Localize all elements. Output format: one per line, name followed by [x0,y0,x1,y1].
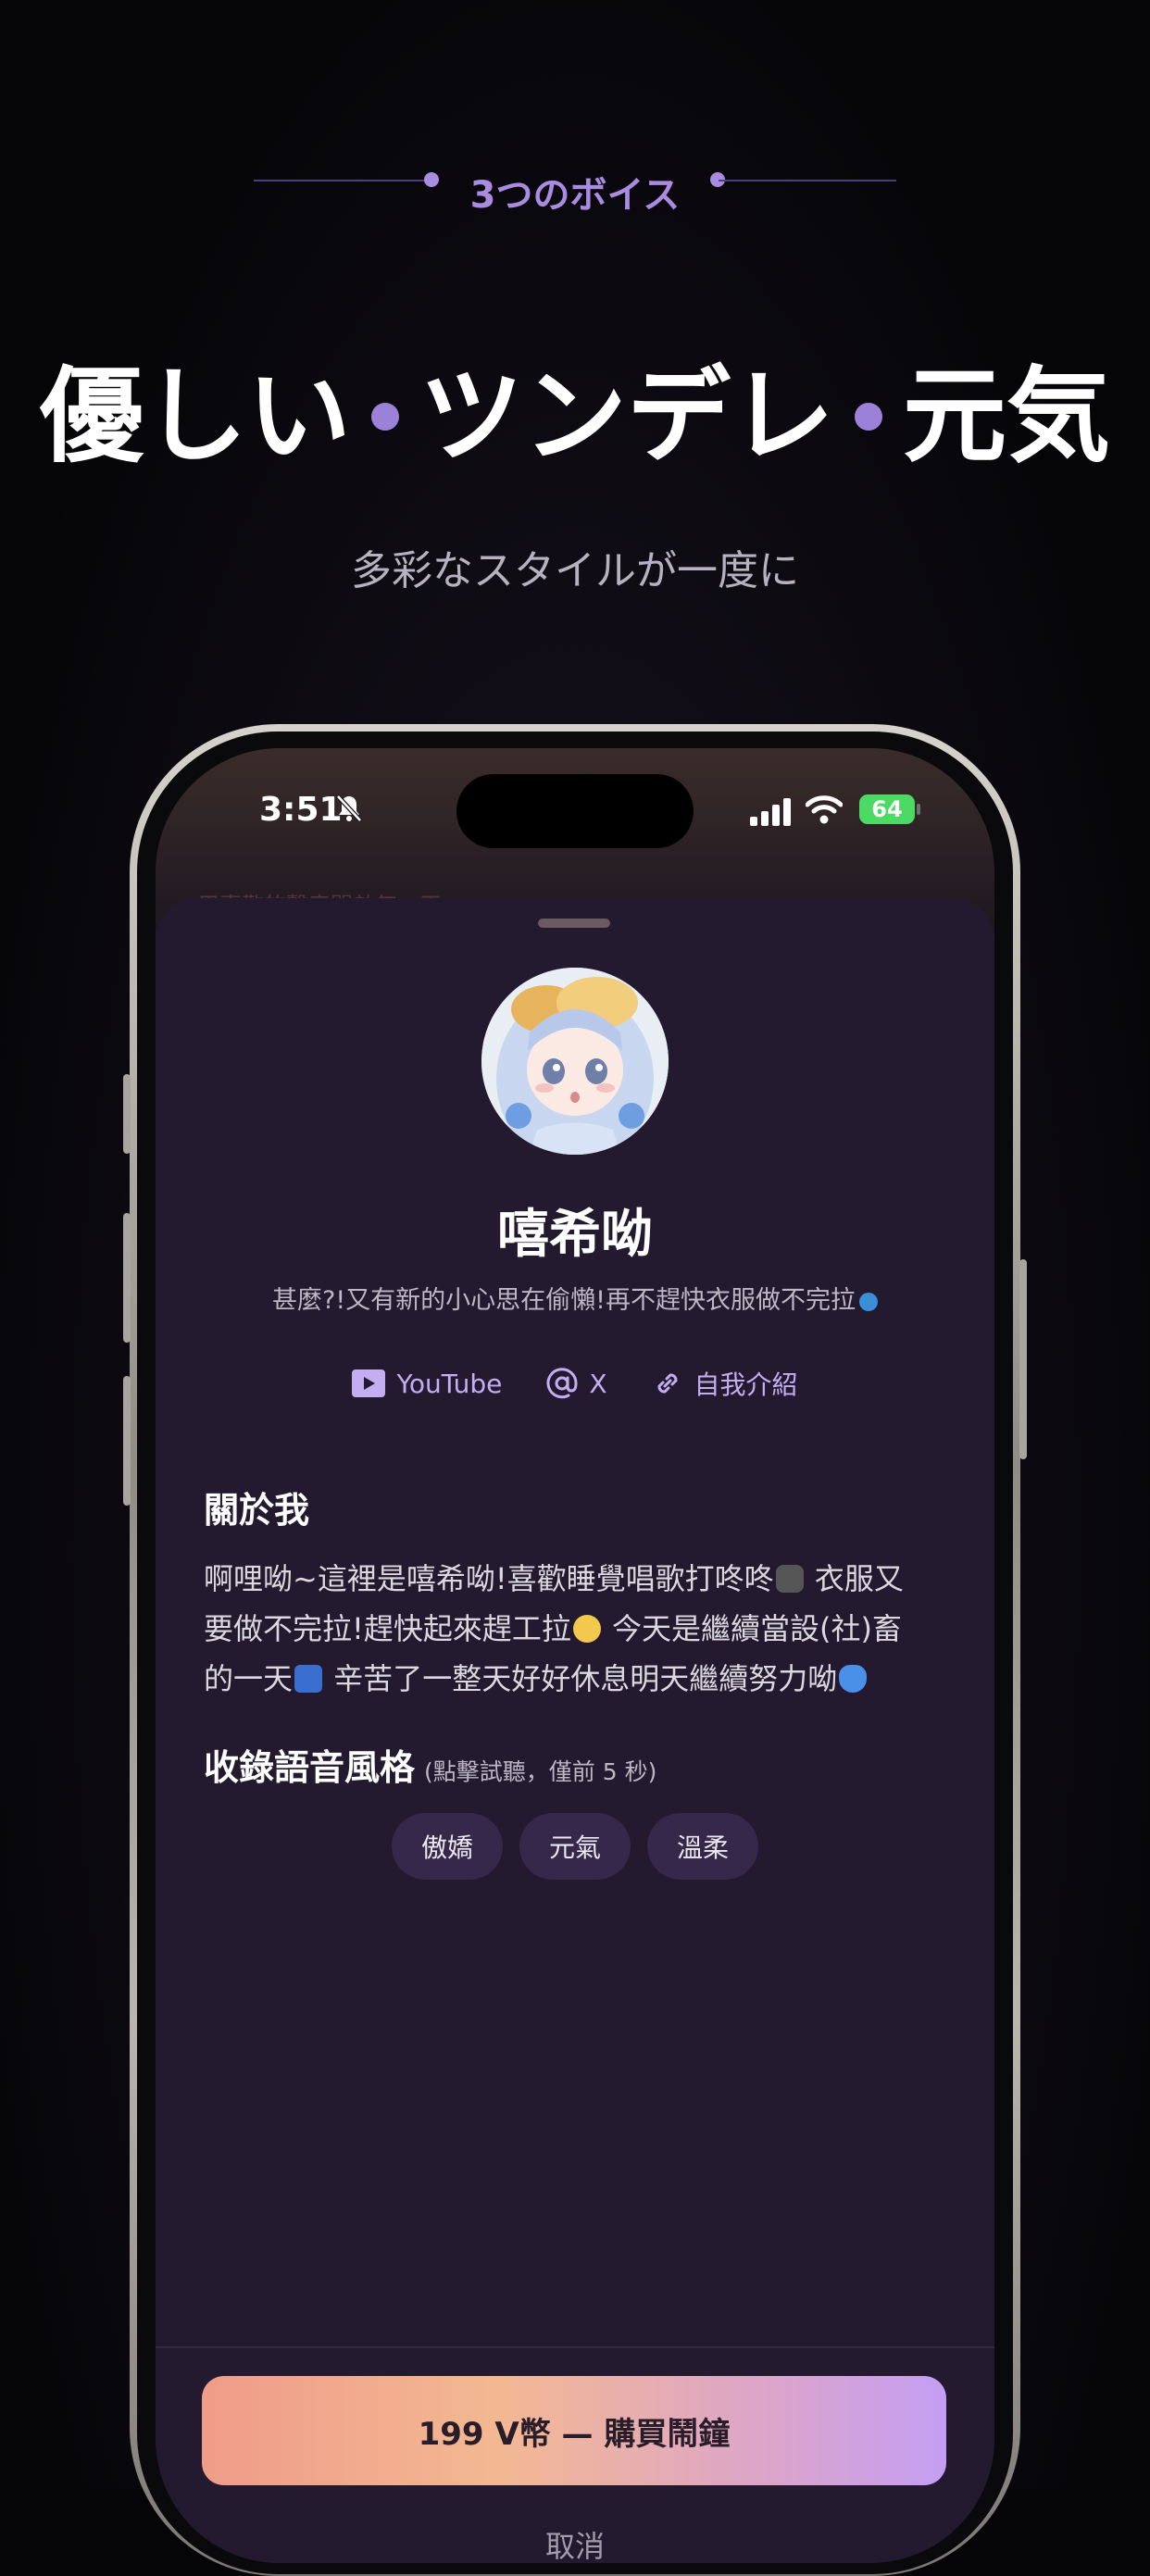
about-title: 關於我 [204,1490,310,1531]
at-icon [546,1368,578,1399]
phone-screen: 3:51 64 用喜歡的聲音開啟每一天 [156,748,994,2563]
headline-word-tsundere: ツンデレ [419,356,834,477]
social-links: YouTube X 自我介紹 [156,1363,994,1404]
voice-chip-genki[interactable]: 元氣 [519,1813,631,1880]
profile-name: 嘻希呦 [497,1205,653,1265]
badge-dot-left [424,172,439,187]
side-button [1019,1259,1027,1459]
tagline-text: 甚麼?!又有新的小心思在偷懶!再不趕快衣服做不完拉 [272,1286,856,1315]
avatar [481,968,669,1155]
wifi-icon [806,795,843,824]
link-icon [657,1373,678,1394]
youtube-link-label: YouTube [396,1368,503,1399]
badge-line-right [719,180,896,181]
badge-line-left [254,180,430,181]
self-intro-link-label: 自我介紹 [694,1369,798,1400]
cellular-signal-icon [750,798,791,826]
purchase-alarm-button[interactable]: 199 V幣 — 購買鬧鐘 [202,2376,946,2485]
profile-tagline: 甚麼?!又有新的小心思在偷懶!再不趕快衣服做不完拉 [156,1280,994,1316]
voice-styles-note: (點擊試聽，僅前 5 秒) [424,1758,657,1785]
voice-styles-title: 收錄語音風格 (點擊試聽，僅前 5 秒) [204,1747,657,1788]
footer-divider [156,2346,994,2348]
voice-style-chips: 傲嬌 元氣 溫柔 [156,1813,994,1880]
headline: 優しい ツンデレ 元気 [0,352,1150,481]
voice-chip-tsundere[interactable]: 傲嬌 [392,1813,503,1880]
status-bar: 3:51 64 [156,748,994,878]
about-text: 啊哩呦~這裡是嘻希呦!喜歡睡覺唱歌打咚咚 衣服又 要做不完拉!趕快起來趕工拉 今… [204,1561,904,1696]
volume-down-button [123,1376,131,1506]
x-link[interactable]: X [546,1368,607,1399]
game-controller-icon [775,1565,804,1593]
bell-slash-icon [336,794,362,822]
youtube-link[interactable]: YouTube [352,1369,502,1399]
headline-separator-dot [855,403,882,431]
sheet-grabber[interactable] [538,919,610,928]
action-button [123,1074,131,1154]
cancel-button[interactable]: 取消 [156,2523,994,2563]
status-time: 3:51 [259,791,343,829]
thread-spool-icon [294,1665,323,1693]
battery-indicator: 64 [859,794,915,824]
battery-cap [917,804,920,815]
sweat-smile-icon [572,1615,601,1643]
volume-up-button [123,1213,131,1343]
headline-word-gentle: 優しい [40,356,351,477]
profile-sheet: 嘻希呦 甚麼?!又有新的小心思在偷懶!再不趕快衣服做不完拉 YouTube X [156,898,994,2563]
headline-separator-dot [371,403,399,431]
badge-text: 3つのボイス [469,174,681,217]
self-intro-link[interactable]: 自我介紹 [652,1365,798,1402]
sweat-drop-icon [858,1292,878,1311]
dynamic-island [456,774,694,848]
x-link-label: X [589,1368,607,1399]
section-badge: 3つのボイス [0,165,1150,217]
subheadline: 多彩なスタイルが一度に [351,547,799,594]
youtube-icon [352,1369,386,1397]
voice-chip-gentle[interactable]: 溫柔 [647,1813,758,1880]
headline-word-genki: 元気 [903,356,1110,477]
blue-heart-icon [839,1665,868,1693]
